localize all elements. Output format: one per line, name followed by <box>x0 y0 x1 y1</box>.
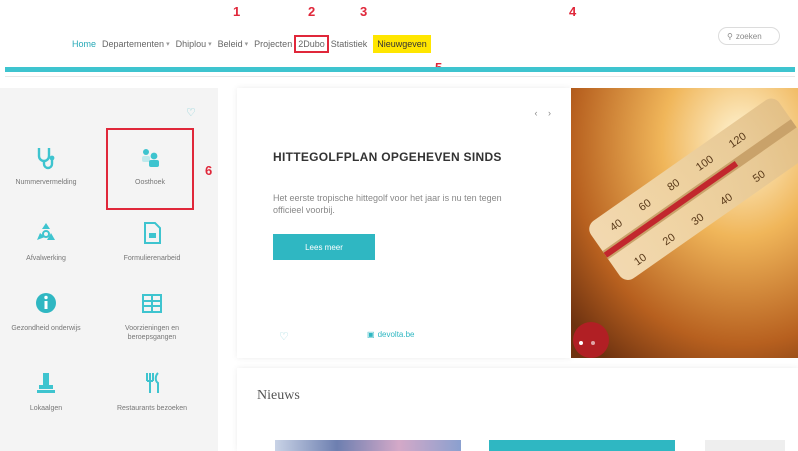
service-tile-label: Lokaalgen <box>29 405 63 412</box>
nav-item-label: Projecten <box>254 39 293 49</box>
service-tile-formulierenarbeid[interactable]: Formulierenarbeid <box>108 220 196 263</box>
service-tile-restaurants[interactable]: Restaurants bezoeken <box>108 370 196 413</box>
annotation-number: 6 <box>205 163 213 178</box>
header-divider <box>5 67 795 72</box>
nav-item-label: Home <box>72 39 97 49</box>
nav-menu: Home Departementen ▾ Dhiplou ▾ Beleid ▾ Pro… <box>72 35 431 53</box>
article-title: HITTEGOLFPLAN OPGEHEVEN SINDS <box>273 150 502 164</box>
read-more-button[interactable]: Lees meer <box>273 234 375 260</box>
service-tile-afvalwerking[interactable]: Afvalwerking <box>2 220 90 263</box>
calendar-grid-icon <box>142 294 162 313</box>
info-icon <box>36 293 56 313</box>
recycle-icon <box>37 223 55 240</box>
heart-icon[interactable]: ♡ <box>186 106 200 119</box>
article-description: Het eerste tropische hittegolf voor het … <box>273 193 502 215</box>
service-tile-label: Restaurants bezoeken <box>116 405 188 412</box>
page: Home Departementen ▾ Dhiplou ▾ Beleid ▾ Pro… <box>0 0 798 451</box>
services-sidebar: ♡ Nummervermelding Oosthoek Afvalwerking… <box>0 88 218 451</box>
search-icon: ⚲ <box>727 31 733 41</box>
nav-item-departementen[interactable]: Departementen ▾ <box>102 39 170 49</box>
nav-item-projecten[interactable]: Projecten <box>254 39 292 49</box>
link-icon: ▣ <box>367 330 375 339</box>
annotation-number: 2 <box>308 4 316 19</box>
top-navigation: Home Departementen ▾ Dhiplou ▾ Beleid ▾ Pro… <box>0 0 798 75</box>
chevron-down-icon: ▾ <box>244 41 249 48</box>
nav-item-beleid[interactable]: Beleid ▾ <box>218 39 249 49</box>
service-tile-label: Oosthoek <box>135 179 165 186</box>
nav-item-home[interactable]: Home <box>72 39 96 49</box>
nav-item-nieuwgeven[interactable]: Nieuwgeven <box>373 35 431 53</box>
service-tile-lokaalgen[interactable]: Lokaalgen <box>2 370 90 413</box>
cutlery-icon <box>146 372 159 393</box>
service-tile-label: Afvalwerking <box>26 255 66 262</box>
thermometer-image: 406080100120 1020304050 <box>571 88 798 358</box>
search-input[interactable]: ⚲ zoeken <box>718 27 780 45</box>
service-tile-label: Formulierenarbeid <box>123 255 181 262</box>
service-tile-gezondheid[interactable]: Gezondheid onderwijs <box>2 290 90 333</box>
source-link[interactable]: ▣ devolta.be <box>367 330 414 339</box>
featured-article-card: ‹ › HITTEGOLFPLAN OPGEHEVEN SINDS Het ee… <box>237 88 571 358</box>
news-thumbnail[interactable] <box>705 440 785 451</box>
annotation-number: 1 <box>233 4 241 19</box>
chevron-down-icon: ▾ <box>166 41 170 48</box>
nav-item-label: Nieuwgeven <box>377 39 427 49</box>
search-placeholder: zoeken <box>735 31 762 41</box>
news-thumbnail[interactable] <box>275 440 461 451</box>
carousel-pager[interactable]: ‹ › <box>535 108 556 118</box>
annotation-number: 4 <box>569 4 577 19</box>
nav-item-dhiplou[interactable]: Dhiplou ▾ <box>176 39 212 49</box>
source-link-label: devolta.be <box>377 330 415 339</box>
news-heading: Nieuws <box>257 388 300 403</box>
annotation-number: 3 <box>360 4 368 19</box>
nav-item-label: Beleid <box>217 39 243 49</box>
nav-item-label: Departementen <box>102 39 165 49</box>
nav-item-statistiek[interactable]: Statistiek <box>331 39 368 49</box>
service-tile-label: Nummervermelding <box>15 179 77 186</box>
nav-item-2dubo[interactable]: 2Dubo <box>294 35 329 53</box>
document-icon <box>144 222 161 244</box>
hero-image: 40 60 80 100 120 10 20 30 40 50 <box>571 88 798 358</box>
nav-item-label: 2Dubo <box>298 39 325 49</box>
chevron-down-icon: ▾ <box>208 41 212 48</box>
header-rule <box>5 76 795 77</box>
nav-item-label: Statistiek <box>330 39 368 49</box>
tool-icon <box>37 373 55 393</box>
people-icon <box>142 149 159 167</box>
service-tile-label: Gezondheid onderwijs <box>11 325 81 332</box>
news-thumbnail[interactable] <box>489 440 675 451</box>
service-tile-voorzieningen[interactable]: Voorzieningen en beroepsgangen <box>108 290 196 342</box>
service-tile-oosthoek[interactable]: Oosthoek <box>106 128 194 210</box>
news-section: Nieuws <box>237 368 798 451</box>
nav-item-label: Dhiplou <box>175 39 207 49</box>
service-tile-label: Voorzieningen en beroepsgangen <box>124 325 180 341</box>
service-tile-nummervermelding[interactable]: Nummervermelding <box>2 144 90 187</box>
heart-icon[interactable]: ♡ <box>279 330 289 343</box>
stethoscope-icon <box>37 148 55 170</box>
